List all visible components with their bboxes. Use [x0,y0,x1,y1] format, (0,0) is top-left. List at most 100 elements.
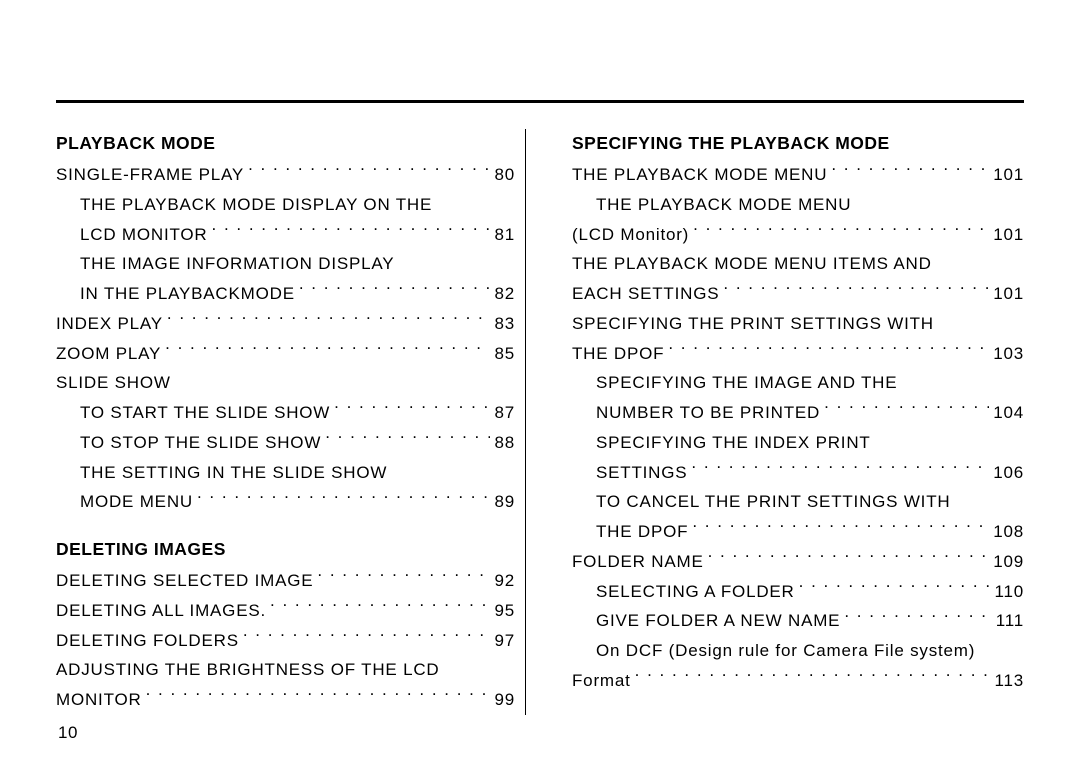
toc-label: EACH SETTINGS [572,279,719,309]
toc-page-number: 82 [494,279,515,309]
toc-entry: DELETING ALL IMAGES. 95 [56,596,515,626]
toc-label: MONITOR [56,685,142,715]
page-number: 10 [58,723,78,743]
toc-page-number: 80 [494,160,515,190]
toc-leader-dots [248,163,490,180]
toc-entry: THE DPOF108 [572,517,1024,547]
toc-entry: IN THE PLAYBACKMODE 82 [56,279,515,309]
toc-leader-dots [167,312,491,329]
toc-page-number: 81 [494,220,515,250]
toc-page-number: 101 [993,279,1024,309]
toc-leader-dots [146,688,491,705]
toc-label: FOLDER NAME [572,547,704,577]
toc-page-number: 95 [494,596,515,626]
toc-leader-dots [299,282,491,299]
columns: PLAYBACK MODESINGLE-FRAME PLAY80THE PLAY… [56,129,1024,715]
toc-entry: SPECIFYING THE PRINT SETTINGS WITH [572,309,1024,339]
toc-entry: THE PLAYBACK MODE MENU 101 [572,160,1024,190]
toc-entry: LCD MONITOR 81 [56,220,515,250]
toc-label: LCD MONITOR [80,220,208,250]
toc-entry: THE SETTING IN THE SLIDE SHOW [56,458,515,488]
toc-label: Format [572,666,631,696]
toc-label: SETTINGS [596,458,687,488]
toc-page-number: 99 [494,685,515,715]
toc-leader-dots [799,580,991,597]
toc-leader-dots [844,609,991,626]
toc-label: SINGLE-FRAME PLAY [56,160,244,190]
toc-leader-dots [165,342,490,359]
toc-label: INDEX PLAY [56,309,163,339]
toc-entry: NUMBER TO BE PRINTED104 [572,398,1024,428]
toc-page-number: 108 [993,517,1024,547]
toc-page-number: 88 [494,428,515,458]
toc-label: (LCD Monitor) [572,220,689,250]
toc-page-number: 85 [494,339,515,369]
toc-entry: THE PLAYBACK MODE MENU [572,190,1024,220]
section-heading: DELETING IMAGES [56,539,515,560]
toc-entry: EACH SETTINGS 101 [572,279,1024,309]
toc-entry: THE IMAGE INFORMATION DISPLAY [56,249,515,279]
toc-label: THE PLAYBACK MODE MENU [572,160,827,190]
toc-entry: MONITOR 99 [56,685,515,715]
toc-label: MODE MENU [80,487,193,517]
toc-entry: SPECIFYING THE IMAGE AND THE [572,368,1024,398]
toc-entry: INDEX PLAY 83 [56,309,515,339]
toc-entry: MODE MENU 89 [56,487,515,517]
toc-entry: SPECIFYING THE INDEX PRINT [572,428,1024,458]
toc-label: DELETING SELECTED IMAGE [56,566,313,596]
toc-page-number: 92 [494,566,515,596]
toc-page-number: 87 [494,398,515,428]
toc-page-number: 101 [993,220,1024,250]
toc-leader-dots [693,223,989,240]
toc-entry: THE PLAYBACK MODE MENU ITEMS AND [572,249,1024,279]
toc-entry: DELETING SELECTED IMAGE 92 [56,566,515,596]
toc-entry: ADJUSTING THE BRIGHTNESS OF THE LCD [56,655,515,685]
toc-leader-dots [317,569,490,586]
toc-label: SELECTING A FOLDER [596,577,795,607]
left-column: PLAYBACK MODE SINGLE-FRAME PLAY 80THE PLAY… [56,129,526,715]
toc-entry: SELECTING A FOLDER 110 [572,577,1024,607]
toc-leader-dots [334,401,490,418]
toc-leader-dots [708,550,990,567]
toc-entry: THE PLAYBACK MODE DISPLAY ON THE [56,190,515,220]
toc-label: GIVE FOLDER A NEW NAME [596,606,840,636]
toc-leader-dots [723,282,989,299]
toc-page-number: 97 [494,626,515,656]
toc-leader-dots [692,520,989,537]
toc-entry: (LCD Monitor) 101 [572,220,1024,250]
toc-page: PLAYBACK MODESINGLE-FRAME PLAY80THE PLAY… [0,0,1080,765]
toc-leader-dots [831,163,989,180]
toc-entry: TO STOP THE SLIDE SHOW88 [56,428,515,458]
toc-label: NUMBER TO BE PRINTED [596,398,820,428]
right-column: SPECIFYING THE PLAYBACK MODE THE PLAYBACK… [554,129,1024,715]
toc-entry: GIVE FOLDER A NEW NAME111 [572,606,1024,636]
toc-page-number: 109 [993,547,1024,577]
top-rule [56,100,1024,103]
toc-page-number: 101 [993,160,1024,190]
toc-entry: SLIDE SHOW [56,368,515,398]
toc-label: THE DPOF [572,339,664,369]
toc-page-number: 110 [994,577,1024,607]
toc-entry: DELETING FOLDERS97 [56,626,515,656]
toc-page-number: 103 [993,339,1024,369]
toc-label: DELETING ALL IMAGES. [56,596,266,626]
toc-entry: SINGLE-FRAME PLAY 80 [56,160,515,190]
toc-leader-dots [635,669,991,686]
toc-entry: THE DPOF 103 [572,339,1024,369]
section-heading: SPECIFYING THE PLAYBACK MODE [572,133,1024,154]
toc-page-number: 83 [494,309,515,339]
toc-page-number: 89 [494,487,515,517]
toc-entry: FOLDER NAME 109 [572,547,1024,577]
toc-entry: ZOOM PLAY85 [56,339,515,369]
toc-entry: On DCF (Design rule for Camera File syst… [572,636,1024,666]
toc-leader-dots [691,461,989,478]
toc-entry: TO START THE SLIDE SHOW87 [56,398,515,428]
toc-leader-dots [212,223,491,240]
toc-label: IN THE PLAYBACKMODE [80,279,295,309]
toc-entry: Format113 [572,666,1024,696]
section-heading: PLAYBACK MODE [56,133,515,154]
toc-leader-dots [243,629,491,646]
toc-leader-dots [325,431,490,448]
toc-leader-dots [668,342,989,359]
toc-leader-dots [197,490,491,507]
